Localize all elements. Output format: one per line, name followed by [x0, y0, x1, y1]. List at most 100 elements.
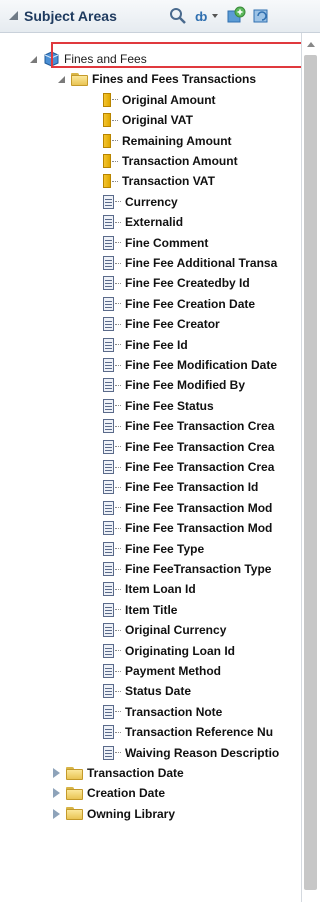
tree-attribute-column[interactable]: Fine Fee Creation Date [103, 294, 255, 314]
tree-node-label: Fine Fee Additional Transa [125, 256, 278, 270]
tree-attribute-column[interactable]: Fine Fee Createdby Id [103, 273, 250, 293]
tree-connector [115, 650, 121, 652]
tree-attribute-column[interactable]: Transaction Reference Nu [103, 722, 273, 742]
collapsed-triangle-icon[interactable] [53, 788, 60, 799]
tree-connector [115, 364, 121, 366]
measure-column-icon [103, 154, 111, 168]
collapse-panel-icon[interactable] [9, 11, 18, 20]
collapsed-triangle-icon[interactable] [53, 808, 60, 819]
attribute-column-icon [103, 623, 114, 638]
tree-connector [115, 201, 121, 203]
tree-measure-column[interactable]: Original VAT [103, 110, 193, 130]
measure-column-icon [103, 133, 111, 148]
filter-icon[interactable]: ȸ [194, 6, 220, 26]
scroll-up-icon[interactable] [307, 42, 315, 47]
attribute-column-icon [103, 256, 114, 270]
attribute-column-icon [103, 582, 114, 597]
tree-connector [115, 690, 121, 692]
tree-measure-column[interactable]: Remaining Amount [103, 131, 232, 151]
measure-column-icon [103, 92, 111, 107]
tree-attribute-column[interactable]: Fine Fee Status [103, 396, 214, 416]
folder-icon [66, 766, 83, 780]
tree-attribute-column[interactable]: Fine FeeTransaction Type [103, 559, 271, 579]
tree-attribute-column[interactable]: Transaction Note [103, 702, 222, 722]
tree-node-label: Waiving Reason Descriptio [125, 745, 280, 760]
collapsed-triangle-icon[interactable] [53, 768, 60, 778]
attribute-column-icon [103, 500, 114, 515]
tree-attribute-column[interactable]: Fine Fee Type [103, 539, 204, 559]
tree-connector [112, 119, 118, 121]
tree-node-label: Fine Fee Modified By [125, 378, 246, 393]
tree-node-label: Status Date [125, 684, 192, 699]
measure-column-icon [103, 174, 111, 189]
panel-title: Subject Areas [24, 8, 117, 24]
attribute-column-icon [103, 460, 114, 474]
tree-connector [115, 466, 121, 468]
measure-column-icon [103, 113, 111, 128]
tree-node-label: Transaction Amount [122, 154, 238, 168]
expanded-triangle-icon[interactable] [30, 55, 37, 63]
tree-attribute-column[interactable]: Original Currency [103, 620, 226, 640]
attribute-column-icon [103, 602, 114, 617]
tree-root-fines-and-fees[interactable]: Fines and Fees [30, 49, 147, 69]
vertical-scrollbar[interactable] [301, 33, 320, 902]
tree-attribute-column[interactable]: Payment Method [103, 661, 221, 681]
tree-attribute-column[interactable]: Fine Fee Transaction Mod [103, 498, 272, 518]
attribute-column-icon [103, 684, 114, 699]
tree-connector [115, 221, 121, 223]
tree-attribute-column[interactable]: Fine Fee Modified By [103, 375, 245, 395]
tree-node-label: Fines and Fees [64, 52, 147, 66]
tree-node-label: Item Title [125, 602, 178, 617]
tree-node-label: Externalid [125, 215, 184, 230]
tree-node-label: Owning Library [87, 806, 176, 821]
tree-connector [115, 609, 121, 611]
tree-attribute-column[interactable]: Originating Loan Id [103, 641, 235, 661]
tree-measure-column[interactable]: Transaction Amount [103, 151, 238, 171]
folder-icon [71, 72, 88, 86]
tree-attribute-column[interactable]: Item Title [103, 600, 177, 620]
tree-node-label: Fine Fee Id [125, 337, 188, 352]
tree-node-label: Fine Fee Type [125, 541, 205, 556]
panel-header: Subject Areas ȸ [0, 0, 320, 33]
tree-attribute-column[interactable]: Item Loan Id [103, 579, 196, 599]
svg-text:ȸ: ȸ [195, 9, 207, 24]
attribute-column-icon [103, 704, 114, 719]
tree-attribute-column[interactable]: Fine Fee Transaction Crea [103, 457, 274, 477]
tree-connector [115, 527, 121, 529]
attribute-column-icon [103, 664, 114, 678]
tree-measure-column[interactable]: Original Amount [103, 90, 216, 110]
tree-connector [115, 711, 121, 713]
tree-attribute-column[interactable]: Externalid [103, 212, 183, 232]
tree-attribute-column[interactable]: Fine Comment [103, 233, 208, 253]
tree-attribute-column[interactable]: Fine Fee Modification Date [103, 355, 277, 375]
tree-node-label: Fine Fee Transaction Crea [125, 460, 275, 474]
scrollbar-thumb[interactable] [304, 55, 317, 890]
tree-attribute-column[interactable]: Fine Fee Transaction Crea [103, 437, 274, 457]
tree-attribute-column[interactable]: Currency [103, 192, 178, 212]
tree-attribute-column[interactable]: Fine Fee Additional Transa [103, 253, 277, 273]
tree-collapsed-folder[interactable]: Owning Library [53, 804, 175, 824]
add-icon[interactable] [226, 6, 246, 26]
tree-attribute-column[interactable]: Waiving Reason Descriptio [103, 743, 279, 763]
search-icon[interactable] [168, 6, 188, 26]
attribute-column-icon [103, 643, 114, 658]
tree-attribute-column[interactable]: Fine Fee Transaction Mod [103, 518, 272, 538]
tree-folder-fines-and-fees-transactions[interactable]: Fines and Fees Transactions [58, 69, 256, 89]
tree-attribute-column[interactable]: Fine Fee Transaction Id [103, 477, 258, 497]
attribute-column-icon [103, 439, 114, 454]
tree-node-label: Fine Fee Creation Date [125, 296, 256, 311]
tree-attribute-column[interactable]: Fine Fee Creator [103, 314, 220, 334]
tree-attribute-column[interactable]: Fine Fee Transaction Crea [103, 416, 274, 436]
tree-node-label: Transaction Reference Nu [125, 725, 274, 740]
tree-measure-column[interactable]: Transaction VAT [103, 171, 215, 191]
tree-attribute-column[interactable]: Status Date [103, 681, 191, 701]
tree-node-label: Original Amount [122, 92, 216, 107]
refresh-icon[interactable] [252, 6, 272, 26]
expanded-triangle-icon[interactable] [58, 75, 65, 83]
attribute-column-icon [103, 745, 114, 760]
subject-area-icon [44, 51, 59, 67]
folder-icon [66, 786, 83, 800]
tree-collapsed-folder[interactable]: Transaction Date [53, 763, 184, 783]
tree-attribute-column[interactable]: Fine Fee Id [103, 335, 188, 355]
tree-collapsed-folder[interactable]: Creation Date [53, 783, 165, 803]
